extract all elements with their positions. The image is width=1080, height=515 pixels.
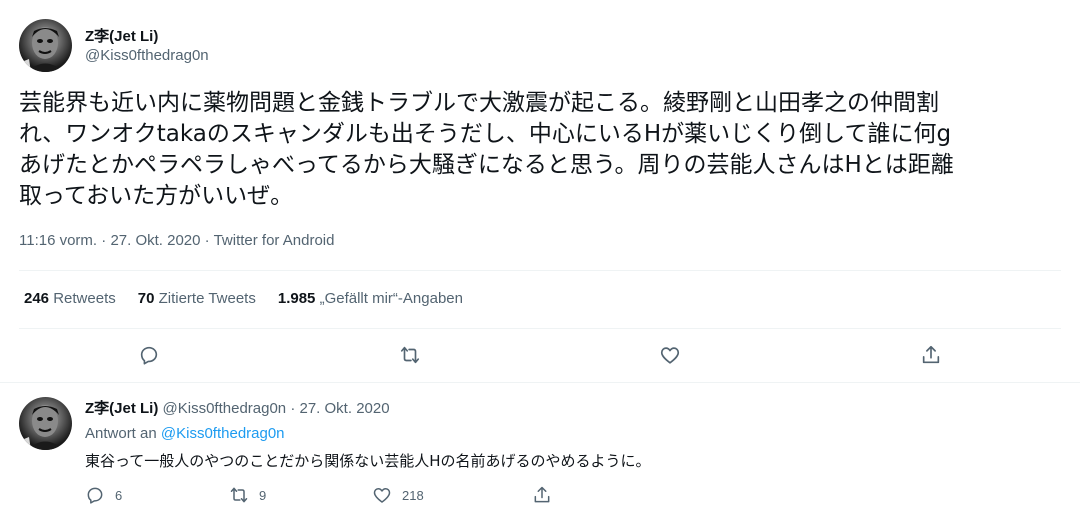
reply-share-button[interactable] bbox=[532, 485, 552, 505]
retweet-count: 9 bbox=[259, 487, 267, 503]
like-icon bbox=[373, 488, 391, 503]
share-icon bbox=[534, 486, 550, 503]
reply-to-link[interactable]: @Kiss0fthedrag0n bbox=[161, 425, 285, 442]
tweet-stats: 246 Retweets 70 Zitierte Tweets 1.985 „G… bbox=[24, 290, 463, 307]
share-button[interactable] bbox=[917, 341, 945, 369]
divider bbox=[19, 270, 1061, 271]
reply-icon bbox=[140, 346, 158, 365]
retweets-label: Retweets bbox=[53, 290, 116, 307]
retweets-stat[interactable]: 246 Retweets bbox=[24, 290, 116, 307]
like-button[interactable] bbox=[656, 341, 684, 369]
tweet-action-bar bbox=[0, 341, 1080, 369]
likes-label: „Gefällt mir“-Angaben bbox=[319, 290, 463, 307]
quotes-count: 70 bbox=[137, 290, 155, 307]
reply-to-label: Antwort an bbox=[85, 425, 157, 442]
tweet-meta: 11:16 vorm. · 27. Okt. 2020 · Twitter fo… bbox=[19, 232, 334, 249]
reply-reply-button[interactable]: 6 bbox=[85, 485, 122, 505]
tweet-source[interactable]: Twitter for Android bbox=[214, 232, 335, 249]
quotes-stat[interactable]: 70 Zitierte Tweets bbox=[138, 290, 256, 307]
reply-icon bbox=[87, 487, 103, 504]
reply-handle[interactable]: @Kiss0fthedrag0n bbox=[163, 400, 287, 417]
reply-to-line: Antwort an @Kiss0fthedrag0n bbox=[85, 425, 285, 442]
reply-count: 6 bbox=[115, 487, 123, 503]
meta-dot: · bbox=[204, 232, 210, 249]
retweet-icon bbox=[230, 487, 248, 503]
user-handle[interactable]: @Kiss0fthedrag0n bbox=[85, 47, 209, 64]
reply-date[interactable]: 27. Okt. 2020 bbox=[300, 400, 390, 417]
retweets-count: 246 bbox=[24, 290, 50, 307]
meta-dot: · bbox=[101, 232, 107, 249]
tweet-date[interactable]: 27. Okt. 2020 bbox=[110, 232, 200, 249]
reply-retweet-button[interactable]: 9 bbox=[229, 485, 266, 505]
display-name[interactable]: Z李(Jet Li) bbox=[85, 25, 158, 46]
share-icon bbox=[922, 345, 940, 364]
reply-header: Z李(Jet Li) @Kiss0fthedrag0n · 27. Okt. 2… bbox=[85, 397, 390, 418]
avatar-image bbox=[19, 27, 64, 72]
divider bbox=[19, 328, 1061, 329]
divider bbox=[0, 382, 1080, 383]
likes-count: 1.985 bbox=[277, 290, 316, 307]
retweet-button[interactable] bbox=[396, 341, 424, 369]
reply-avatar[interactable] bbox=[19, 397, 72, 450]
retweet-icon bbox=[400, 346, 420, 364]
avatar[interactable] bbox=[19, 19, 72, 72]
reply-like-button[interactable]: 218 bbox=[372, 485, 424, 505]
likes-stat[interactable]: 1.985 „Gefällt mir“-Angaben bbox=[278, 290, 463, 307]
like-count: 218 bbox=[402, 487, 424, 503]
tweet-time[interactable]: 11:16 vorm. bbox=[19, 232, 97, 249]
tweet-text: 芸能界も近い内に薬物問題と金銭トラブルで大激震が起こる。綾野剛と山田孝之の仲間割… bbox=[19, 90, 954, 209]
reply-text: 東谷って一般人のやつのことだから関係ない芸能人Hの名前あげるのやめるように。 bbox=[85, 452, 651, 470]
avatar-image bbox=[19, 405, 64, 450]
reply-display-name[interactable]: Z李(Jet Li) bbox=[85, 400, 158, 417]
reply-button[interactable] bbox=[135, 341, 163, 369]
quotes-label: Zitierte Tweets bbox=[158, 290, 256, 307]
like-icon bbox=[660, 347, 680, 364]
reply-dot: · bbox=[290, 400, 296, 417]
